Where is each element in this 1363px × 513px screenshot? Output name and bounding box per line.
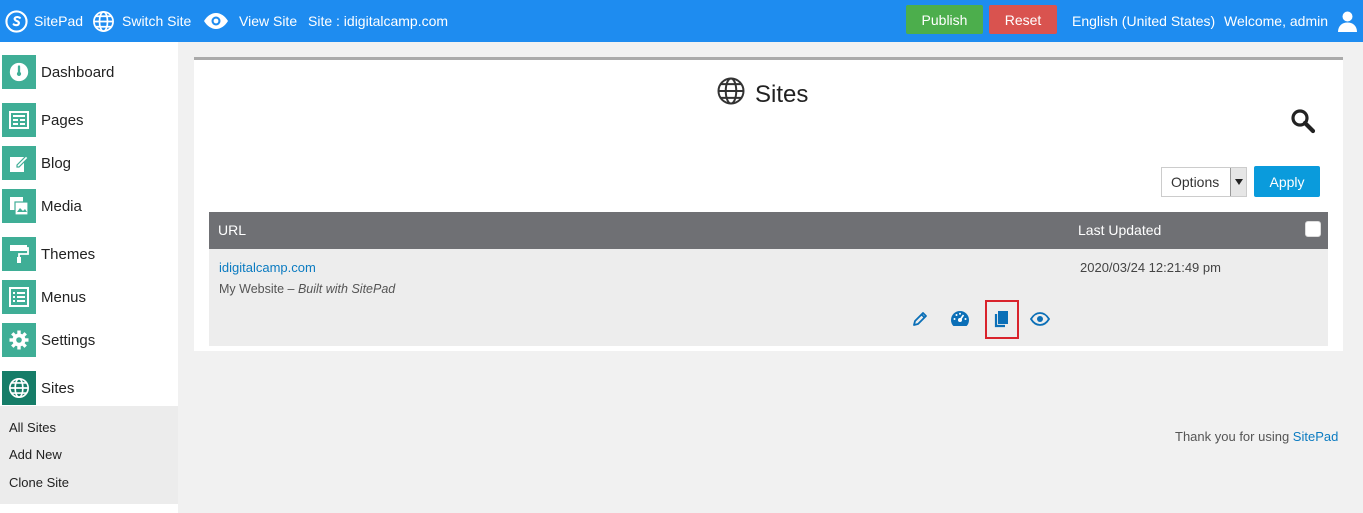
- switch-site-label: Switch Site: [122, 13, 192, 29]
- globe-icon: [92, 10, 115, 33]
- settings-icon: [2, 323, 36, 357]
- search-button[interactable]: [1290, 108, 1316, 134]
- table-header: URL Last Updated: [209, 212, 1328, 249]
- footer: Thank you for using SitePad: [1175, 429, 1338, 444]
- eye-icon: [1029, 311, 1051, 329]
- sidebar-item-label: Blog: [41, 154, 72, 172]
- view-site-link[interactable]: View Site: [203, 0, 297, 42]
- bulk-options-select[interactable]: Options: [1161, 167, 1247, 197]
- view-site-button[interactable]: [1029, 309, 1051, 331]
- bulk-options-value: Options: [1171, 174, 1220, 190]
- user-icon: [1338, 11, 1358, 32]
- apply-button[interactable]: Apply: [1254, 166, 1320, 197]
- sidebar: Dashboard Pages Blog Media Themes Menus: [0, 42, 178, 513]
- footer-text: Thank you for using: [1175, 429, 1293, 444]
- site-dashboard-button[interactable]: [949, 309, 971, 331]
- brand-label: SitePad: [34, 13, 84, 29]
- media-icon: [2, 189, 36, 223]
- current-site-label: Site : idigitalcamp.com: [308, 13, 449, 29]
- select-all-checkbox[interactable]: [1305, 221, 1321, 237]
- sidebar-item-settings[interactable]: Settings: [0, 319, 178, 361]
- column-header-last-updated: Last Updated: [1078, 222, 1162, 238]
- sidebar-item-label: Themes: [41, 245, 96, 263]
- menus-icon: [2, 280, 36, 314]
- user-menu[interactable]: Welcome, admin: [1224, 0, 1358, 42]
- view-site-label: View Site: [239, 13, 298, 29]
- chevron-down-icon: [1230, 168, 1246, 196]
- site-description-tagline: Built with SitePad: [297, 282, 396, 296]
- footer-sitepad-link[interactable]: SitePad: [1293, 429, 1339, 444]
- page-title: Sites: [716, 76, 808, 113]
- submenu-clone-site[interactable]: Clone Site: [9, 475, 69, 490]
- dashboard-icon: [2, 55, 36, 89]
- themes-icon: [2, 237, 36, 271]
- publish-button[interactable]: Publish: [906, 5, 983, 34]
- sidebar-item-blog[interactable]: Blog: [0, 142, 178, 184]
- column-header-url: URL: [218, 222, 247, 238]
- sidebar-item-menus[interactable]: Menus: [0, 276, 178, 318]
- top-bar: SitePad Switch Site View Site Site : idi…: [0, 0, 1363, 42]
- reset-button[interactable]: Reset: [989, 5, 1057, 34]
- sidebar-item-dashboard[interactable]: Dashboard: [0, 51, 178, 93]
- site-description-text: My Website –: [219, 282, 298, 296]
- dashboard-icon: [950, 310, 970, 330]
- switch-site-link[interactable]: Switch Site: [92, 0, 191, 42]
- site-description: My Website – Built with SitePad: [219, 282, 395, 296]
- search-icon: [1290, 109, 1316, 137]
- sidebar-item-sites[interactable]: Sites: [0, 367, 178, 409]
- eye-icon: [203, 12, 229, 30]
- welcome-label: Welcome, admin: [1224, 13, 1329, 29]
- sidebar-item-media[interactable]: Media: [0, 185, 178, 227]
- language-selector[interactable]: English (United States): [1072, 0, 1215, 42]
- submenu-all-sites[interactable]: All Sites: [9, 420, 56, 435]
- sidebar-item-pages[interactable]: Pages: [0, 99, 178, 141]
- clone-action-highlight: [985, 300, 1019, 339]
- sitepad-logo-icon: [5, 9, 28, 33]
- page-title-text: Sites: [755, 80, 809, 108]
- sidebar-item-themes[interactable]: Themes: [0, 233, 178, 275]
- blog-icon: [2, 146, 36, 180]
- site-url-link[interactable]: idigitalcamp.com: [219, 260, 316, 275]
- pencil-icon: [912, 311, 928, 330]
- sidebar-item-label: Media: [41, 197, 82, 215]
- sidebar-item-label: Settings: [41, 331, 96, 349]
- sidebar-item-label: Pages: [41, 111, 84, 129]
- globe-icon: [2, 371, 36, 405]
- edit-site-button[interactable]: [909, 309, 931, 331]
- pages-icon: [2, 103, 36, 137]
- submenu-add-new[interactable]: Add New: [9, 447, 62, 462]
- site-last-updated: 2020/03/24 12:21:49 pm: [1080, 260, 1221, 275]
- sidebar-item-label: Dashboard: [41, 63, 115, 81]
- sites-submenu: All Sites Add New Clone Site: [0, 406, 178, 504]
- brand-link[interactable]: SitePad: [5, 0, 83, 42]
- globe-icon: [716, 76, 746, 113]
- sidebar-item-label: Sites: [41, 379, 75, 397]
- sidebar-item-label: Menus: [41, 288, 87, 306]
- table-row: idigitalcamp.com My Website – Built with…: [209, 249, 1328, 346]
